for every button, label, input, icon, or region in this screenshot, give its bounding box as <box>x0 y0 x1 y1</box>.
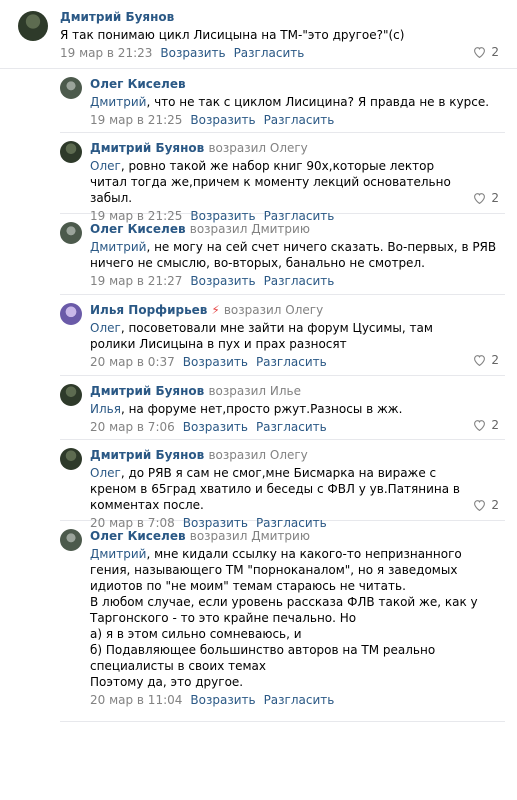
comment-author[interactable]: Илья Порфирьев ⚡ возразил Олегу <box>90 303 471 318</box>
avatar[interactable] <box>60 222 82 244</box>
comment-date[interactable]: 20 мар в 11:04 <box>90 692 182 708</box>
reply-comment: Олег Киселев возразил Дмитрию Дмитрий, м… <box>60 521 505 722</box>
comment-date[interactable]: 19 мар в 21:25 <box>90 112 182 128</box>
reply-button[interactable]: Возразить <box>160 45 225 61</box>
heart-icon <box>474 47 486 58</box>
comment-text: Олег, посоветовали мне зайти на форум Цу… <box>90 321 433 351</box>
heart-icon <box>474 355 486 366</box>
comment-date[interactable]: 19 мар в 21:23 <box>60 45 152 61</box>
avatar[interactable] <box>60 77 82 99</box>
comment-date[interactable]: 20 мар в 0:37 <box>90 354 175 370</box>
comment-author[interactable]: Дмитрий Буянов возразил Олегу <box>90 141 471 156</box>
comment-text: Илья, на форуме нет,просто ржут.Разносы … <box>90 402 403 416</box>
reply-button[interactable]: Возразить <box>190 692 255 708</box>
replied-to[interactable]: возразил Илье <box>208 384 301 398</box>
comment-text: Олег, ровно такой же набор книг 90х,кото… <box>90 159 451 205</box>
replied-to[interactable]: возразил Дмитрию <box>190 529 310 543</box>
share-button[interactable]: Разгласить <box>264 273 335 289</box>
like-button[interactable]: 2 <box>473 191 499 205</box>
comment-text: Дмитрий, не могу на сей счет ничего сказ… <box>90 240 497 270</box>
avatar[interactable] <box>60 303 82 325</box>
comment-date[interactable]: 20 мар в 7:06 <box>90 419 175 435</box>
reply-mention[interactable]: Дмитрий <box>90 95 146 109</box>
comment-text: Я так понимаю цикл Лисицына на ТМ-"это д… <box>60 28 405 42</box>
reply-button[interactable]: Возразить <box>190 112 255 128</box>
avatar[interactable] <box>60 448 82 470</box>
share-button[interactable]: Разгласить <box>264 112 335 128</box>
comments-thread: Дмитрий Буянов Я так понимаю цикл Лисицы… <box>0 0 517 800</box>
comment-author[interactable]: Дмитрий Буянов <box>60 10 497 25</box>
avatar[interactable] <box>18 11 48 41</box>
comment-author[interactable]: Олег Киселев <box>90 77 497 92</box>
like-count: 2 <box>491 353 499 367</box>
avatar[interactable] <box>60 141 82 163</box>
reply-mention[interactable]: Олег <box>90 466 121 480</box>
like-button[interactable]: 2 <box>473 498 499 512</box>
replied-to[interactable]: возразил Олегу <box>208 448 307 462</box>
like-button[interactable]: 2 <box>473 45 499 59</box>
reply-comment: Дмитрий Буянов возразил Олегу Олег, ровн… <box>60 133 505 223</box>
reply-button[interactable]: Возразить <box>183 354 248 370</box>
reply-mention[interactable]: Дмитрий <box>90 240 146 254</box>
heart-icon <box>474 500 486 511</box>
share-button[interactable]: Разгласить <box>256 419 327 435</box>
like-button[interactable]: 2 <box>473 353 499 367</box>
replied-to[interactable]: возразил Олегу <box>208 141 307 155</box>
comment-author[interactable]: Дмитрий Буянов возразил Олегу <box>90 448 471 463</box>
reply-comment: Олег Киселев Дмитрий, что не так с цикло… <box>60 69 505 133</box>
reply-comment: Дмитрий Буянов возразил Олегу Олег, до Р… <box>60 440 505 530</box>
reply-button[interactable]: Возразить <box>190 273 255 289</box>
comment-author[interactable]: Олег Киселев возразил Дмитрию <box>90 222 501 237</box>
reply-mention[interactable]: Илья <box>90 402 121 416</box>
replied-to[interactable]: возразил Дмитрию <box>190 222 310 236</box>
avatar[interactable] <box>60 529 82 551</box>
like-count: 2 <box>491 45 499 59</box>
comment-author[interactable]: Дмитрий Буянов возразил Илье <box>90 384 471 399</box>
like-count: 2 <box>491 191 499 205</box>
reply-button[interactable]: Возразить <box>183 419 248 435</box>
reply-comment: Олег Киселев возразил Дмитрию Дмитрий, н… <box>60 214 505 295</box>
reply-mention[interactable]: Дмитрий <box>90 547 146 561</box>
share-button[interactable]: Разгласить <box>234 45 305 61</box>
avatar[interactable] <box>60 384 82 406</box>
share-button[interactable]: Разгласить <box>264 692 335 708</box>
reply-mention[interactable]: Олег <box>90 321 121 335</box>
heart-icon <box>474 193 486 204</box>
like-button[interactable]: 2 <box>473 418 499 432</box>
like-count: 2 <box>491 418 499 432</box>
reply-mention[interactable]: Олег <box>90 159 121 173</box>
reply-comment: Дмитрий Буянов возразил Илье Илья, на фо… <box>60 376 505 440</box>
comment-top: Дмитрий Буянов Я так понимаю цикл Лисицы… <box>0 0 517 69</box>
comment-author[interactable]: Олег Киселев возразил Дмитрию <box>90 529 499 544</box>
like-count: 2 <box>491 498 499 512</box>
comment-text: Олег, до РЯВ я сам не смог,мне Бисмарка … <box>90 466 460 512</box>
lightning-icon: ⚡ <box>211 303 220 317</box>
comment-text: Дмитрий, мне кидали ссылку на какого-то … <box>90 547 478 689</box>
share-button[interactable]: Разгласить <box>256 354 327 370</box>
reply-comment: Илья Порфирьев ⚡ возразил Олегу Олег, посо… <box>60 295 505 376</box>
comment-date[interactable]: 19 мар в 21:27 <box>90 273 182 289</box>
heart-icon <box>474 420 486 431</box>
comment-text: Дмитрий, что не так с циклом Лисицина? Я… <box>90 95 490 109</box>
replied-to[interactable]: возразил Олегу <box>224 303 323 317</box>
